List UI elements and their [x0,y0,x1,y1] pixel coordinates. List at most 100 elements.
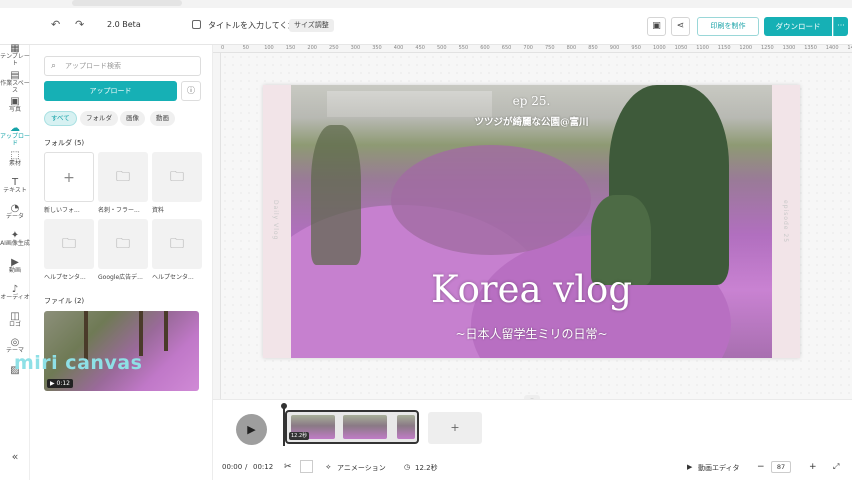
ruler-tick: 1400 [825,45,839,51]
rail-icon: ♪ [11,284,19,295]
transition-box[interactable] [300,460,313,473]
rail-label: 写真 [8,106,21,113]
rail-icon: T [11,177,19,188]
new-folder-button[interactable]: + [44,152,94,202]
clip-frame [397,415,415,439]
side-text-right[interactable]: episode 25 [782,200,789,243]
ruler-tick: 100 [264,45,274,51]
playhead[interactable] [281,403,287,446]
ruler-tick: 1000 [653,45,666,51]
download-button[interactable]: ダウンロード [764,17,832,36]
rail-label: 作業スペース [0,80,30,94]
print-button[interactable]: 印刷を制作 [697,17,759,36]
video-file-thumbnail[interactable]: ▶ 0:12 [44,311,199,391]
ruler-tick: 1100 [696,45,709,51]
share-icon[interactable]: ⋖ [671,17,690,36]
rail-item-4[interactable]: ⬚ 素材 [0,150,30,168]
ruler-tick: 600 [480,45,490,51]
rail-item-5[interactable]: T テキスト [0,177,30,195]
video-editor-button[interactable]: 動画エディタ [698,463,740,473]
rail-item-3[interactable]: ☁ アップロード [0,124,30,148]
tree-trunk [164,311,168,351]
ruler-tick: 1450 [847,45,852,51]
azalea-hill [391,145,591,255]
ruler-tick: 300 [350,45,361,51]
folder-item[interactable]: 🗀 [98,152,148,202]
folder-item[interactable]: 🗀 [98,219,148,269]
rail-item-6[interactable]: ◔ データ [0,204,30,221]
folder-icon: 🗀 [116,169,130,185]
rail-item-1[interactable]: ▤ 作業スペース [0,70,30,95]
rail-icon: ⬚ [10,150,20,161]
folder-icon: 🗀 [170,169,184,185]
video-duration-badge: ▶ 0:12 [47,379,73,388]
animation-icon[interactable]: ⟡ [326,463,331,472]
ruler-tick: 450 [415,45,425,51]
rail-icon: ▣ [10,96,20,107]
ruler-tick: 250 [329,45,339,51]
rail-item-2[interactable]: ▣ 写真 [0,96,30,114]
clip-duration-badge: 12.2秒 [289,432,310,440]
side-text-left[interactable]: Daily Vlog [272,200,279,240]
bare-tree [311,125,361,265]
folder-label: ヘルプセンタ... [44,274,86,281]
ruler-tick: 400 [393,45,404,51]
ruler-tick: 150 [285,45,296,51]
vlog-subtitle[interactable]: ~日本人留学生ミリの日常~ [291,325,772,342]
rail-item-0[interactable]: ▦ テンプレート [0,44,30,68]
rail-item-8[interactable]: ▶ 動画 [0,258,30,275]
ruler-tick: 350 [372,45,382,51]
upload-search-input[interactable]: ⌕ アップロード検索 [44,56,201,76]
folder-icon: 🗀 [62,236,76,252]
zoom-level[interactable]: 87 [771,461,791,473]
folder-item[interactable]: 🗀 [44,219,94,269]
download-more-button[interactable]: ··· [833,17,848,36]
filter-chip-folder[interactable]: フォルダ [80,111,118,126]
top-toolbar: ↶ ↷ 2.0 Beta タイトルを入力してくた サイズ調整 ▣ ⋖ 印刷を制作… [0,0,852,45]
folder-label: Google広告デ... [98,274,143,281]
rail-item-9[interactable]: ♪ オーディオ [0,284,30,302]
add-clip-button[interactable]: + [428,412,482,444]
folder-item[interactable]: 🗀 [152,219,202,269]
rail-collapse-icon[interactable]: « [0,451,30,462]
title-input[interactable]: タイトルを入力してくた [208,20,296,31]
vlog-title[interactable]: Korea vlog [291,268,772,311]
video-editor-icon[interactable]: ▶ [687,463,692,471]
rail-item-7[interactable]: ✦ AI画像生成 [0,231,30,248]
undo-icon[interactable]: ↶ [51,18,60,31]
clip-frame [343,415,387,439]
filter-chip-image[interactable]: 画像 [120,111,145,126]
zoom-out-button[interactable]: − [757,462,765,472]
rail-icon: ▤ [10,70,20,81]
duration-setting[interactable]: 12.2秒 [415,463,438,473]
ruler-tick: 700 [523,45,533,51]
fullscreen-icon[interactable]: ⤢ [833,462,839,472]
ruler-tick: 550 [458,45,469,51]
ruler-tick: 1150 [717,45,731,51]
rail-item-10[interactable]: ◫ ロゴ [0,312,30,329]
upload-button[interactable]: アップロード [44,81,177,101]
save-icon[interactable]: ▣ [647,17,666,36]
url-bar[interactable] [72,0,182,6]
ruler-tick: 500 [437,45,447,51]
rail-label: オーディオ [0,294,30,301]
ruler-tick: 850 [588,45,598,51]
info-icon[interactable]: ⓘ [181,81,201,101]
zoom-in-button[interactable]: + [809,462,817,472]
version-label: 2.0 Beta [107,20,141,29]
rail-label: テキスト [3,187,27,194]
filter-chip-video[interactable]: 動画 [150,111,175,126]
filter-chip-all[interactable]: すべて [44,111,77,126]
animation-button[interactable]: アニメーション [337,463,386,473]
redo-icon[interactable]: ↷ [75,18,84,31]
files-heading: ファイル (2) [44,297,85,305]
folder-item[interactable]: 🗀 [152,152,202,202]
resize-button[interactable]: サイズ調整 [289,19,334,32]
ruler-tick: 800 [566,45,577,51]
play-button[interactable]: ▶ [236,414,267,445]
location-subtitle[interactable]: ツツジが綺麗な公園@富川 [291,114,772,128]
tree-trunk [139,311,143,356]
episode-text[interactable]: ep 25. [291,94,772,108]
scissors-icon[interactable]: ✂ [284,462,292,472]
rail-label: データ [5,213,24,220]
